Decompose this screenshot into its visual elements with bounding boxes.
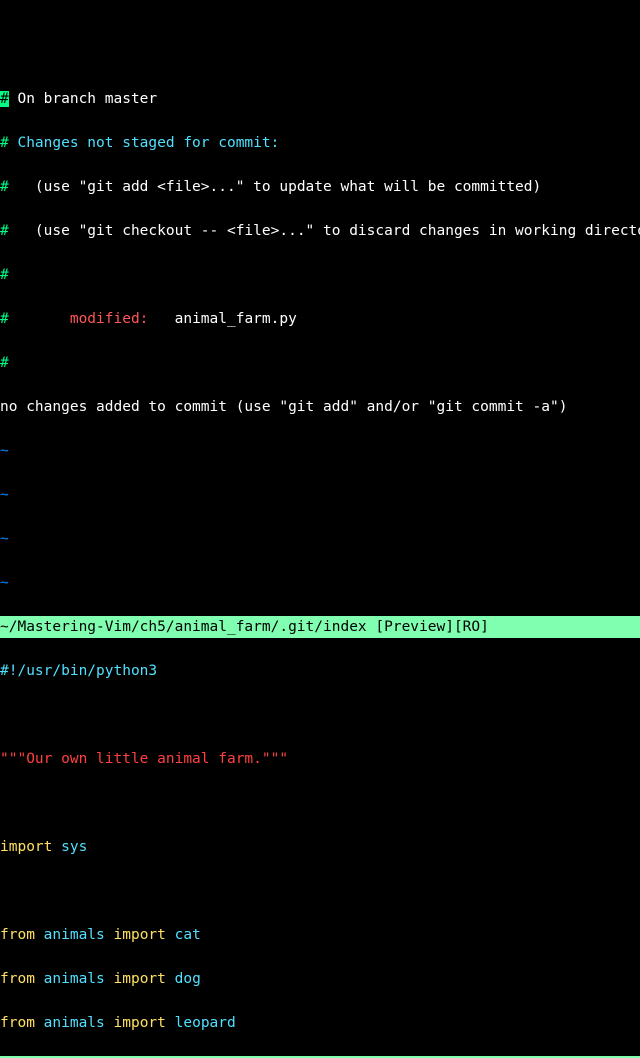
buffer-end-tilde: ~: [0, 440, 640, 462]
code-blank[interactable]: [0, 880, 640, 902]
code-import-leopard[interactable]: from animals import leopard: [0, 1012, 640, 1034]
code-blank[interactable]: [0, 704, 640, 726]
buffer-end-tilde: ~: [0, 484, 640, 506]
code-blank[interactable]: [0, 792, 640, 814]
code-import-cat[interactable]: from animals import cat: [0, 924, 640, 946]
code-import-sys[interactable]: import sys: [0, 836, 640, 858]
split-status-bar: ~/Mastering-Vim/ch5/animal_farm/.git/ind…: [0, 616, 640, 638]
git-status-branch: # On branch master: [0, 88, 640, 110]
main-status-bar: animal_farm.py: [0, 1056, 640, 1058]
git-status-hint-checkout: # (use "git checkout -- <file>..." to di…: [0, 220, 640, 242]
code-import-dog[interactable]: from animals import dog: [0, 968, 640, 990]
git-status-footer: no changes added to commit (use "git add…: [0, 396, 640, 418]
code-docstring[interactable]: """Our own little animal farm.""": [0, 748, 640, 770]
git-status-blank: #: [0, 352, 640, 374]
git-status-hint-add: # (use "git add <file>..." to update wha…: [0, 176, 640, 198]
code-shebang[interactable]: #!/usr/bin/python3: [0, 660, 640, 682]
cursor: #: [0, 91, 9, 107]
buffer-end-tilde: ~: [0, 572, 640, 594]
git-status-blank: #: [0, 264, 640, 286]
buffer-end-tilde: ~: [0, 528, 640, 550]
git-status-header: # Changes not staged for commit:: [0, 132, 640, 154]
git-status-modified-file[interactable]: # modified: animal_farm.py: [0, 308, 640, 330]
